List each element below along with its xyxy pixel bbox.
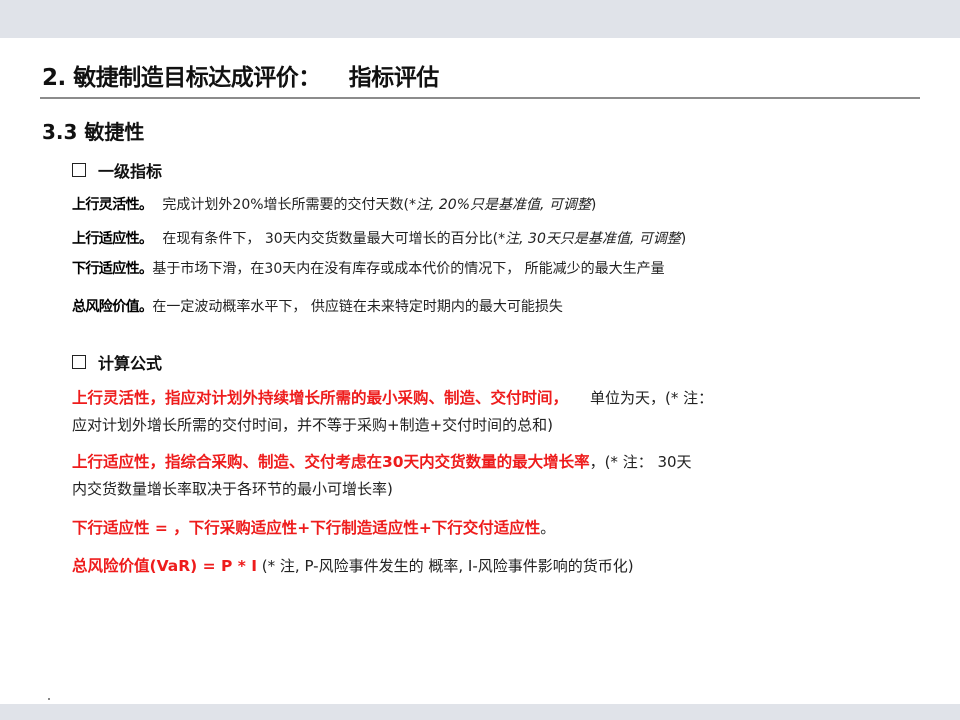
indicator-downside-adaptability: 下行适应性。基于市场下滑，在30天内在没有库存或成本代价的情况下， 所能减少的最…: [72, 258, 665, 278]
indicator-label: 总风险价值。: [72, 299, 153, 315]
slide-title: 2. 敏捷制造目标达成评价： 指标评估: [42, 58, 439, 92]
formula-1-text: 单位为天，(* 注：: [590, 389, 714, 407]
indicator-label: 上行灵活性。: [72, 197, 153, 213]
formula-1-line-1: 上行灵活性，指应对计划外持续增长所需的最小采购、制造、交付时间， 单位为天，(* …: [72, 386, 713, 408]
formula-2-line-1: 上行适应性，指综合采购、制造、交付考虑在30天内交货数量的最大增长率，(* 注：…: [72, 450, 692, 472]
title-divider: [40, 97, 920, 99]
indicator-close: ): [590, 197, 597, 213]
formula-4-text: (* 注, P-风险事件发生的 概率, I-风险事件影响的货币化): [257, 557, 634, 575]
formula-2-red: 上行适应性，指综合采购、制造、交付考虑在30天内交货数量的最大增长率: [72, 453, 590, 471]
top-band: [0, 0, 960, 38]
formula-3-text: 。: [540, 519, 556, 537]
checkbox-bullet-icon: [72, 163, 86, 177]
title-main: 2. 敏捷制造目标达成评价：: [42, 65, 321, 91]
indicator-note: *注, 30天只是基准值, 可调整: [498, 231, 681, 247]
indicator-value-at-risk: 总风险价值。在一定波动概率水平下， 供应链在未来特定时期内的最大可能损失: [72, 296, 563, 316]
checkbox-bullet-icon: [72, 355, 86, 369]
formula-2-text: ，(* 注： 30天: [589, 453, 692, 471]
level1-heading: 一级指标: [98, 162, 163, 181]
indicator-upside-adaptability: 上行适应性。 在现有条件下， 30天内交货数量最大可增长的百分比(*注, 30天只…: [72, 228, 686, 248]
formula-4-red: 总风险价值(VaR) = P * I: [72, 557, 258, 575]
indicator-text: 在一定波动概率水平下， 供应链在未来特定时期内的最大可能损失: [152, 299, 563, 315]
formula-1-red: 上行灵活性，指应对计划外持续增长所需的最小采购、制造、交付时间，: [72, 389, 569, 407]
bottom-band: [0, 704, 960, 720]
indicator-upside-flexibility: 上行灵活性。 完成计划外20%增长所需要的交付天数(*注, 20%只是基准值, 可…: [72, 194, 596, 214]
formula-2-line-2: 内交货数量增长率取决于各环节的最小可增长率): [72, 480, 393, 498]
formula-3-red: 下行适应性 = ，下行采购适应性+下行制造适应性+下行交付适应性: [72, 519, 541, 537]
stray-dot: [48, 698, 50, 700]
indicator-text: 完成计划外20%增长所需要的交付天数(: [162, 197, 409, 213]
formula-4-line: 总风险价值(VaR) = P * I (* 注, P-风险事件发生的 概率, I…: [72, 554, 634, 576]
indicator-note: *注, 20%只是基准值, 可调整: [409, 197, 591, 213]
formula-3-line: 下行适应性 = ，下行采购适应性+下行制造适应性+下行交付适应性。: [72, 516, 555, 538]
indicator-text: 基于市场下滑，在30天内在没有库存或成本代价的情况下， 所能减少的最大生产量: [152, 261, 665, 277]
section-heading: 3.3 敏捷性: [42, 120, 145, 144]
indicator-text: 在现有条件下， 30天内交货数量最大可增长的百分比(: [162, 231, 499, 247]
title-sub: 指标评估: [348, 65, 440, 91]
bullet-level1: 一级指标: [72, 158, 162, 182]
indicator-close: ): [680, 231, 687, 247]
bullet-formulas: 计算公式: [72, 350, 162, 374]
indicator-label: 下行适应性。: [72, 261, 153, 277]
indicator-label: 上行适应性。: [72, 231, 153, 247]
formulas-heading: 计算公式: [98, 354, 163, 373]
formula-1-line-2: 应对计划外增长所需的交付时间，并不等于采购+制造+交付时间的总和): [72, 416, 553, 434]
